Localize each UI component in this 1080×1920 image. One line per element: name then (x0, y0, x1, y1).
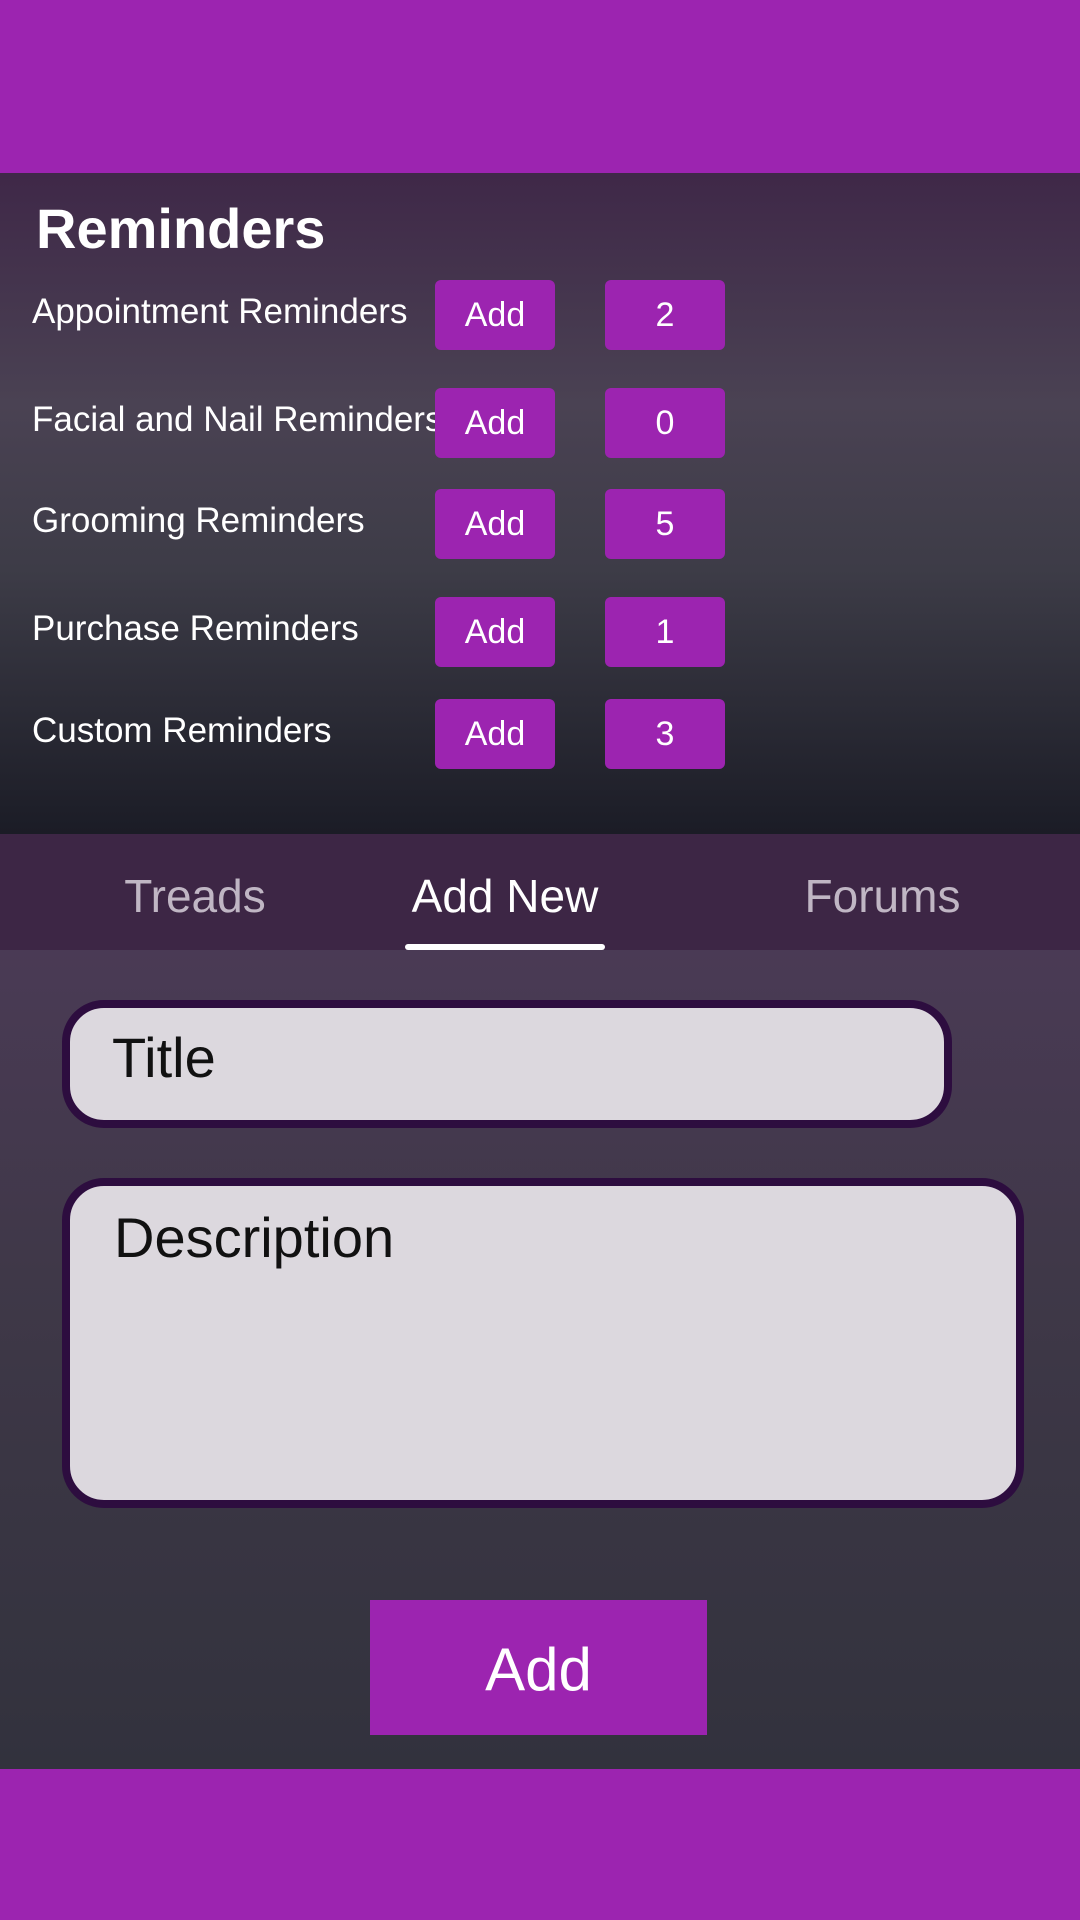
add-purchase-reminder-button[interactable]: Add (435, 597, 555, 667)
appointment-reminder-count-button[interactable]: 2 (605, 280, 725, 350)
app-screen: Reminders Appointment Reminders Add 2 Fa… (0, 0, 1080, 1920)
title-input[interactable]: Title (62, 1000, 952, 1128)
reminder-row-custom: Custom Reminders Add 3 (0, 699, 1080, 769)
add-custom-reminder-button[interactable]: Add (435, 699, 555, 769)
description-textarea[interactable]: Description (62, 1178, 1024, 1508)
reminder-label: Grooming Reminders (32, 501, 365, 540)
reminders-title: Reminders (36, 197, 326, 260)
reminder-label: Facial and Nail Reminders (32, 400, 443, 439)
add-submit-button[interactable]: Add (370, 1600, 707, 1735)
tab-forums[interactable]: Forums (780, 834, 985, 950)
tab-bar: Treads Add New Forums (0, 834, 1080, 950)
reminder-label: Purchase Reminders (32, 609, 359, 648)
reminder-row-facial-nail: Facial and Nail Reminders Add 0 (0, 388, 1080, 458)
reminder-label: Appointment Reminders (32, 292, 408, 331)
reminder-row-appointment: Appointment Reminders Add 2 (0, 280, 1080, 350)
add-new-form: Title Description Add (0, 950, 1080, 1769)
top-bar (0, 0, 1080, 173)
title-placeholder: Title (112, 1026, 216, 1089)
tab-add-new[interactable]: Add New (405, 834, 605, 950)
tab-treads[interactable]: Treads (95, 834, 295, 950)
add-appointment-reminder-button[interactable]: Add (435, 280, 555, 350)
reminders-panel: Reminders Appointment Reminders Add 2 Fa… (0, 173, 1080, 834)
custom-reminder-count-button[interactable]: 3 (605, 699, 725, 769)
facial-nail-reminder-count-button[interactable]: 0 (605, 388, 725, 458)
reminder-label: Custom Reminders (32, 711, 332, 750)
description-placeholder: Description (114, 1206, 395, 1269)
add-grooming-reminder-button[interactable]: Add (435, 489, 555, 559)
grooming-reminder-count-button[interactable]: 5 (605, 489, 725, 559)
reminder-row-purchase: Purchase Reminders Add 1 (0, 597, 1080, 667)
add-facial-nail-reminder-button[interactable]: Add (435, 388, 555, 458)
purchase-reminder-count-button[interactable]: 1 (605, 597, 725, 667)
reminder-row-grooming: Grooming Reminders Add 5 (0, 489, 1080, 559)
bottom-bar (0, 1769, 1080, 1920)
